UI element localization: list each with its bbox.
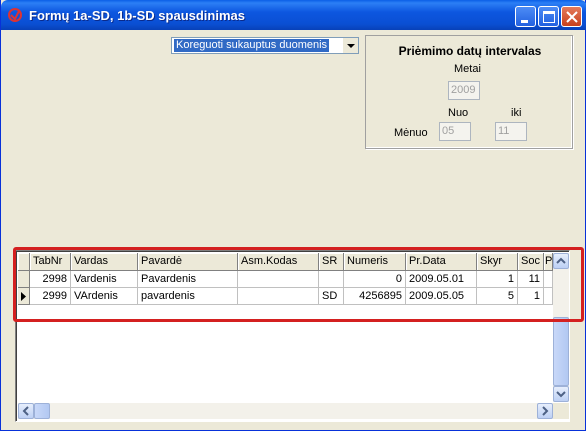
scroll-up-icon: [556, 257, 566, 264]
col-vardas[interactable]: Vardas: [71, 253, 138, 271]
cell-pr-data[interactable]: 2009.05.05: [406, 288, 477, 305]
scroll-right-icon: [542, 406, 549, 416]
month-label: Mėnuo: [394, 127, 428, 139]
cell-vardas[interactable]: VArdenis: [71, 288, 138, 305]
maximize-icon: [543, 11, 555, 23]
vertical-scrollbar[interactable]: [553, 253, 569, 402]
col-asm-kodas[interactable]: Asm.Kodas: [238, 253, 319, 271]
close-icon: [566, 11, 578, 23]
cell-pr-data[interactable]: 2009.05.01: [406, 271, 477, 288]
scroll-right-button[interactable]: [537, 403, 553, 419]
employee-grid[interactable]: TabNr Vardas Pavardė Asm.Kodas SR Numeri…: [15, 250, 570, 422]
title-bar[interactable]: Formų 1a-SD, 1b-SD spausdinimas: [1, 0, 586, 30]
cell-p[interactable]: [544, 271, 553, 288]
to-label: iki: [511, 107, 522, 119]
cell-pavarde[interactable]: Pavardenis: [138, 271, 238, 288]
mode-select[interactable]: Koreguoti sukauptus duomenis: [171, 37, 359, 54]
row-indicator[interactable]: [18, 288, 30, 305]
cell-skyr[interactable]: 1: [477, 271, 518, 288]
month-from-field[interactable]: 05: [439, 122, 471, 141]
maximize-button[interactable]: [538, 6, 559, 27]
horizontal-scrollbar[interactable]: [18, 403, 553, 419]
dropdown-button[interactable]: [342, 38, 358, 53]
cell-sr[interactable]: SD: [319, 288, 344, 305]
col-pavarde[interactable]: Pavardė: [138, 253, 238, 271]
date-range-group: Priėmimo datų intervalas Metai 2009 Nuo …: [365, 35, 573, 149]
col-soc[interactable]: Soc: [518, 253, 544, 271]
indicator-header: [18, 253, 30, 271]
horizontal-scroll-thumb[interactable]: [34, 403, 50, 419]
cell-soc[interactable]: 1: [518, 288, 544, 305]
vertical-scroll-thumb[interactable]: [553, 317, 569, 386]
year-label: Metai: [454, 63, 481, 75]
col-skyr[interactable]: Skyr: [477, 253, 518, 271]
cell-tabnr[interactable]: 2999: [30, 288, 71, 305]
cell-p[interactable]: [544, 288, 553, 305]
mode-select-value: Koreguoti sukauptus duomenis: [174, 39, 330, 52]
scroll-down-icon: [556, 391, 566, 398]
date-range-title: Priėmimo datų intervalas: [398, 44, 542, 58]
cell-numeris[interactable]: 0: [344, 271, 406, 288]
col-sr[interactable]: SR: [319, 253, 344, 271]
cell-asm-kodas[interactable]: [238, 288, 319, 305]
cell-pavarde[interactable]: pavardenis: [138, 288, 238, 305]
col-numeris[interactable]: Numeris: [344, 253, 406, 271]
year-field[interactable]: 2009: [448, 81, 480, 100]
close-button[interactable]: [561, 6, 582, 27]
cell-skyr[interactable]: 5: [477, 288, 518, 305]
row-pointer-icon: [21, 292, 26, 301]
from-label: Nuo: [448, 107, 469, 119]
month-to-field[interactable]: 11: [495, 122, 527, 141]
scroll-down-button[interactable]: [553, 386, 569, 402]
scroll-left-icon: [22, 406, 29, 416]
app-icon: [8, 8, 22, 22]
scroll-corner: [553, 403, 569, 419]
cell-sr[interactable]: [319, 271, 344, 288]
row-indicator[interactable]: [18, 271, 30, 288]
cell-soc[interactable]: 11: [518, 271, 544, 288]
cell-asm-kodas[interactable]: [238, 271, 319, 288]
client-area: Koreguoti sukauptus duomenis Priėmimo da…: [4, 30, 584, 427]
scroll-left-button[interactable]: [18, 403, 34, 419]
col-pr-data[interactable]: Pr.Data: [406, 253, 477, 271]
col-p[interactable]: P: [544, 253, 553, 271]
window-title: Formų 1a-SD, 1b-SD spausdinimas: [29, 8, 245, 23]
col-tabnr[interactable]: TabNr: [30, 253, 71, 271]
cell-vardas[interactable]: Vardenis: [71, 271, 138, 288]
cell-numeris[interactable]: 4256895: [344, 288, 406, 305]
minimize-button[interactable]: [515, 6, 536, 27]
dropdown-arrow-icon: [347, 44, 355, 48]
cell-tabnr[interactable]: 2998: [30, 271, 71, 288]
main-window: Formų 1a-SD, 1b-SD spausdinimas Koreguot…: [0, 0, 586, 431]
minimize-icon: [521, 20, 528, 23]
scroll-up-button[interactable]: [553, 253, 569, 269]
